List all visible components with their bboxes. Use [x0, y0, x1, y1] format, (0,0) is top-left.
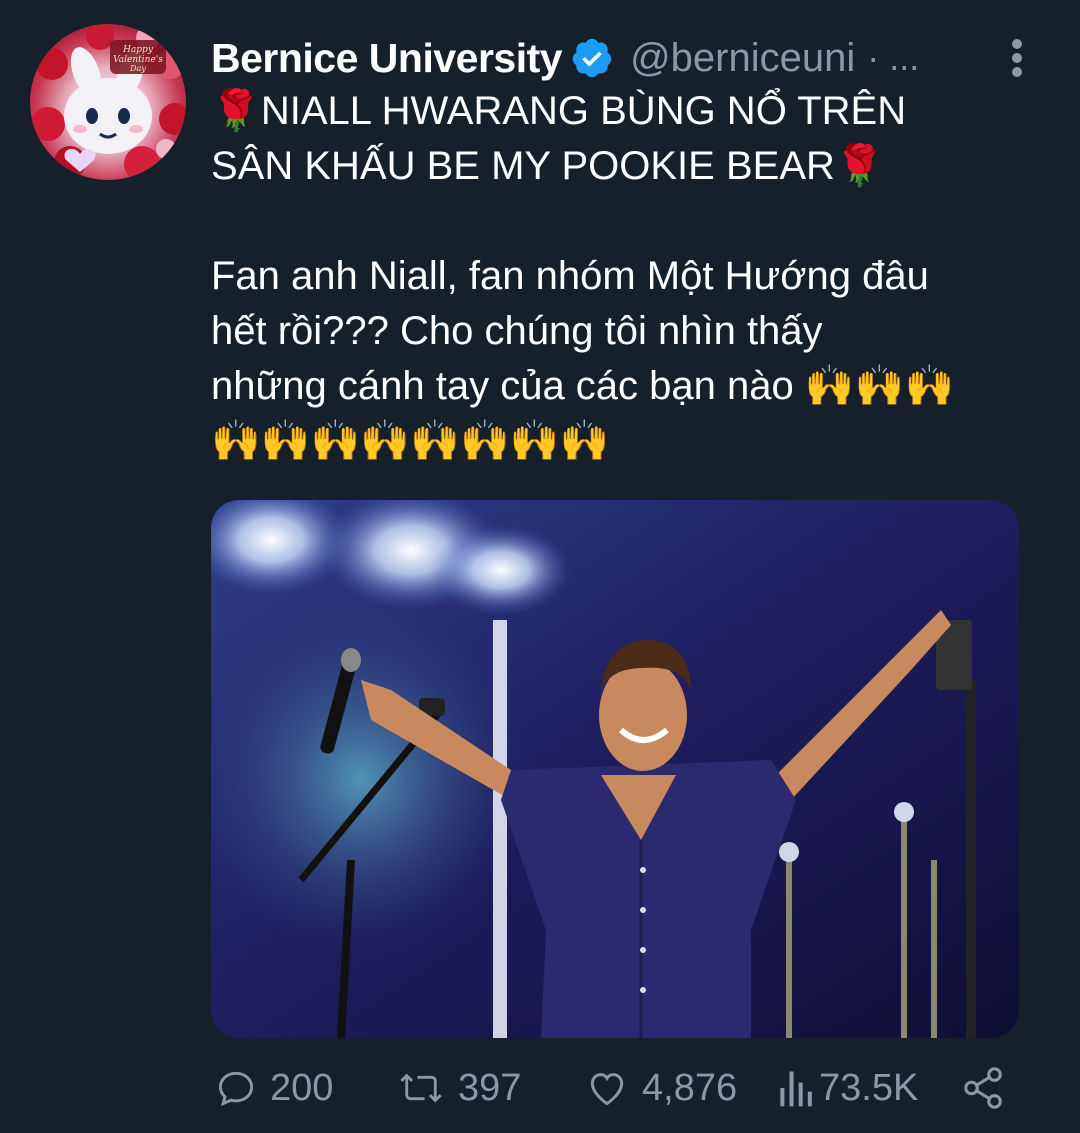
tweet-media[interactable] [211, 500, 1019, 1038]
tweet-text-line-5: những cánh tay của các bạn nào 🙌🙌🙌 [211, 364, 955, 408]
avatar-image: Happy Valentine's Day [31, 24, 186, 180]
header-separator: · ... [867, 37, 920, 78]
avatar[interactable]: Happy Valentine's Day [30, 24, 186, 180]
tweet-text-line-4: hết rồi??? Cho chúng tôi nhìn thấy [211, 309, 823, 353]
tweet-text-line-1: NIALL HWARANG BÙNG NỔ TRÊN [260, 89, 907, 133]
concert-photo [211, 500, 1019, 1038]
rose-emoji: 🌹 [211, 89, 261, 133]
svg-text:Day: Day [129, 64, 146, 73]
views-button[interactable]: 73.5K [775, 1060, 918, 1116]
reply-icon [218, 1071, 254, 1107]
retweet-count: 397 [458, 1066, 522, 1109]
retweet-icon [400, 1073, 442, 1103]
heart-icon [590, 1073, 624, 1106]
author-display-name[interactable]: Bernice University [211, 35, 563, 82]
tweet-header: Bernice University @berniceuni · ... [211, 30, 919, 86]
retweet-button[interactable]: 397 [396, 1060, 521, 1116]
tweet-text-line-3: Fan anh Niall, fan nhóm Một Hướng đâu [211, 254, 929, 298]
share-button[interactable] [960, 1060, 1006, 1116]
views-icon [780, 1071, 812, 1107]
tweet-text-line-6: 🙌🙌🙌🙌🙌🙌🙌🙌 [211, 419, 610, 463]
tweet-actions: 200 397 4,876 73.5K [0, 1060, 1080, 1120]
reply-button[interactable]: 200 [214, 1060, 333, 1116]
tweet-text-line-2: SÂN KHẤU BE MY POOKIE BEAR [211, 144, 835, 188]
reply-count: 200 [270, 1066, 334, 1109]
share-icon [964, 1067, 1002, 1109]
author-handle[interactable]: @berniceuni [630, 36, 855, 81]
like-button[interactable]: 4,876 [584, 1060, 737, 1116]
svg-text:Happy: Happy [122, 45, 154, 55]
views-count: 73.5K [819, 1066, 919, 1109]
rose-emoji: 🌹 [834, 144, 885, 188]
verified-badge-icon [570, 36, 614, 80]
like-count: 4,876 [642, 1066, 738, 1109]
more-vertical-icon[interactable] [1006, 38, 1028, 78]
tweet-text: 🌹NIALL HWARANG BÙNG NỔ TRÊN SÂN KHẤU BE … [211, 84, 1051, 469]
tweet[interactable]: Happy Valentine's Day Bernice University… [0, 0, 1080, 1133]
